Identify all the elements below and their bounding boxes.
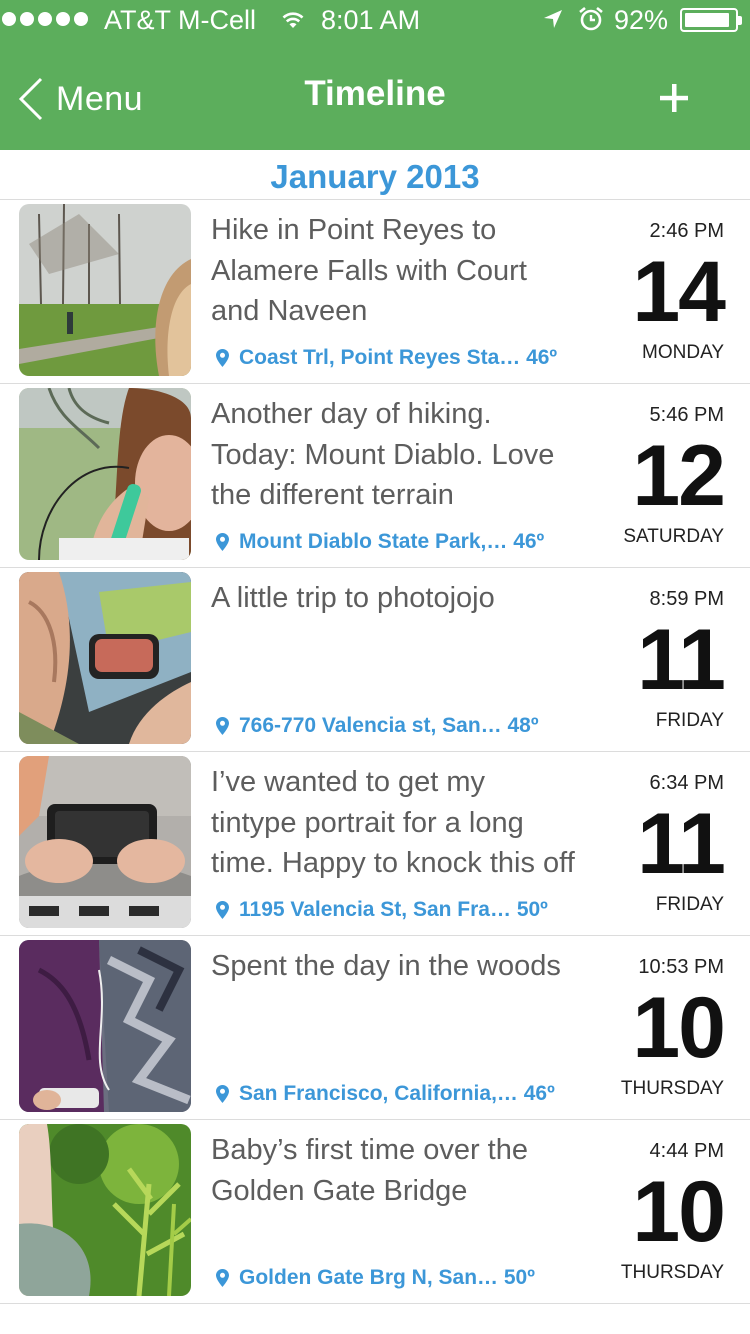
entry-location[interactable]: 1195 Valencia St, San Fra… 50º bbox=[216, 898, 596, 922]
park-path-photo bbox=[19, 204, 191, 376]
location-pin-icon bbox=[216, 1085, 229, 1103]
location-arrow-icon bbox=[544, 10, 562, 28]
entry-day: 11 bbox=[637, 612, 726, 708]
jackets-phone-photo bbox=[19, 940, 191, 1112]
timeline-entry[interactable]: Another day of hiking. Today: Mount Diab… bbox=[0, 384, 750, 568]
location-label: 1195 Valencia St, San Fra… 50º bbox=[239, 898, 548, 921]
entry-text: Hike in Point Reyes to Alamere Falls wit… bbox=[211, 214, 527, 327]
entry-weekday: SATURDAY bbox=[623, 526, 724, 547]
entry-text: I’ve wanted to get my tintype portrait f… bbox=[211, 766, 575, 879]
location-pin-icon bbox=[216, 901, 229, 919]
entry-text: Spent the day in the woods bbox=[211, 950, 561, 982]
entry-location[interactable]: Golden Gate Brg N, San… 50º bbox=[216, 1266, 596, 1290]
plus-icon bbox=[660, 84, 688, 112]
timeline-list: Hike in Point Reyes to Alamere Falls wit… bbox=[0, 200, 750, 1304]
battery-percent: 92% bbox=[614, 5, 669, 35]
entry-weekday: FRIDAY bbox=[655, 894, 724, 915]
timeline-entry[interactable]: A little trip to photojojo 766-770 Valen… bbox=[0, 568, 750, 752]
nav-bar: AT&T M-Cell 8:01 AM 92% Menu Timeline bbox=[0, 0, 750, 150]
location-pin-icon bbox=[216, 717, 229, 735]
entry-time: 5:46 PM bbox=[649, 404, 724, 426]
entry-day: 11 bbox=[637, 796, 726, 892]
entry-location[interactable]: Mount Diablo State Park,… 46º bbox=[216, 530, 596, 554]
entry-day: 12 bbox=[632, 428, 726, 524]
entry-time: 4:44 PM bbox=[649, 1140, 724, 1162]
entry-location[interactable]: Coast Trl, Point Reyes Sta… 46º bbox=[216, 346, 596, 370]
entry-photo bbox=[19, 1124, 191, 1296]
entry-location[interactable]: 766-770 Valencia st, San… 48º bbox=[216, 714, 596, 738]
entry-photo bbox=[19, 940, 191, 1112]
entry-location[interactable]: San Francisco, California,… 46º bbox=[216, 1082, 596, 1106]
entry-day: 10 bbox=[632, 1164, 726, 1260]
status-bar: AT&T M-Cell 8:01 AM 92% bbox=[0, 0, 750, 40]
green-plant-photo bbox=[19, 1124, 191, 1296]
entry-photo bbox=[19, 756, 191, 928]
entry-time: 6:34 PM bbox=[649, 772, 724, 794]
entry-text: Another day of hiking. Today: Mount Diab… bbox=[211, 398, 555, 511]
timeline-entry[interactable]: Hike in Point Reyes to Alamere Falls wit… bbox=[0, 200, 750, 384]
clock: 8:01 AM bbox=[321, 5, 421, 35]
car-mirror-photo bbox=[19, 572, 191, 744]
entry-photo bbox=[19, 388, 191, 560]
entry-photo bbox=[19, 204, 191, 376]
timeline-entry[interactable]: Spent the day in the woods San Francisco… bbox=[0, 936, 750, 1120]
location-label: Golden Gate Brg N, San… 50º bbox=[239, 1266, 535, 1289]
location-pin-icon bbox=[216, 533, 229, 551]
alarm-clock-icon bbox=[579, 6, 603, 31]
entry-weekday: MONDAY bbox=[642, 342, 724, 363]
wifi-icon bbox=[282, 12, 304, 28]
entry-weekday: THURSDAY bbox=[620, 1262, 724, 1283]
add-button[interactable] bbox=[656, 80, 692, 116]
battery-icon bbox=[680, 8, 742, 32]
signal-strength-icon bbox=[2, 12, 88, 26]
entry-weekday: THURSDAY bbox=[620, 1078, 724, 1099]
location-pin-icon bbox=[216, 349, 229, 367]
timeline-entry[interactable]: Baby’s first time over the Golden Gate B… bbox=[0, 1120, 750, 1304]
carrier-name: AT&T M-Cell bbox=[104, 5, 257, 35]
entry-day: 10 bbox=[632, 980, 726, 1076]
entry-time: 10:53 PM bbox=[638, 956, 724, 978]
entry-time: 8:59 PM bbox=[649, 588, 724, 610]
location-pin-icon bbox=[216, 1269, 229, 1287]
entry-weekday: FRIDAY bbox=[655, 710, 724, 731]
entry-text: A little trip to photojojo bbox=[211, 582, 495, 614]
entry-text: Baby’s first time over the Golden Gate B… bbox=[211, 1134, 528, 1207]
entry-photo bbox=[19, 572, 191, 744]
month-header: January 2013 bbox=[0, 150, 750, 200]
hands-tintype-photo bbox=[19, 756, 191, 928]
entry-day: 14 bbox=[632, 244, 726, 340]
entry-time: 2:46 PM bbox=[649, 220, 724, 242]
location-label: Mount Diablo State Park,… 46º bbox=[239, 530, 545, 553]
timeline-entry[interactable]: I’ve wanted to get my tintype portrait f… bbox=[0, 752, 750, 936]
location-label: 766-770 Valencia st, San… 48º bbox=[239, 714, 539, 737]
woman-earbuds-photo bbox=[19, 388, 191, 560]
location-label: San Francisco, California,… 46º bbox=[239, 1082, 555, 1105]
page-title: Timeline bbox=[304, 74, 446, 113]
location-label: Coast Trl, Point Reyes Sta… 46º bbox=[239, 346, 558, 369]
